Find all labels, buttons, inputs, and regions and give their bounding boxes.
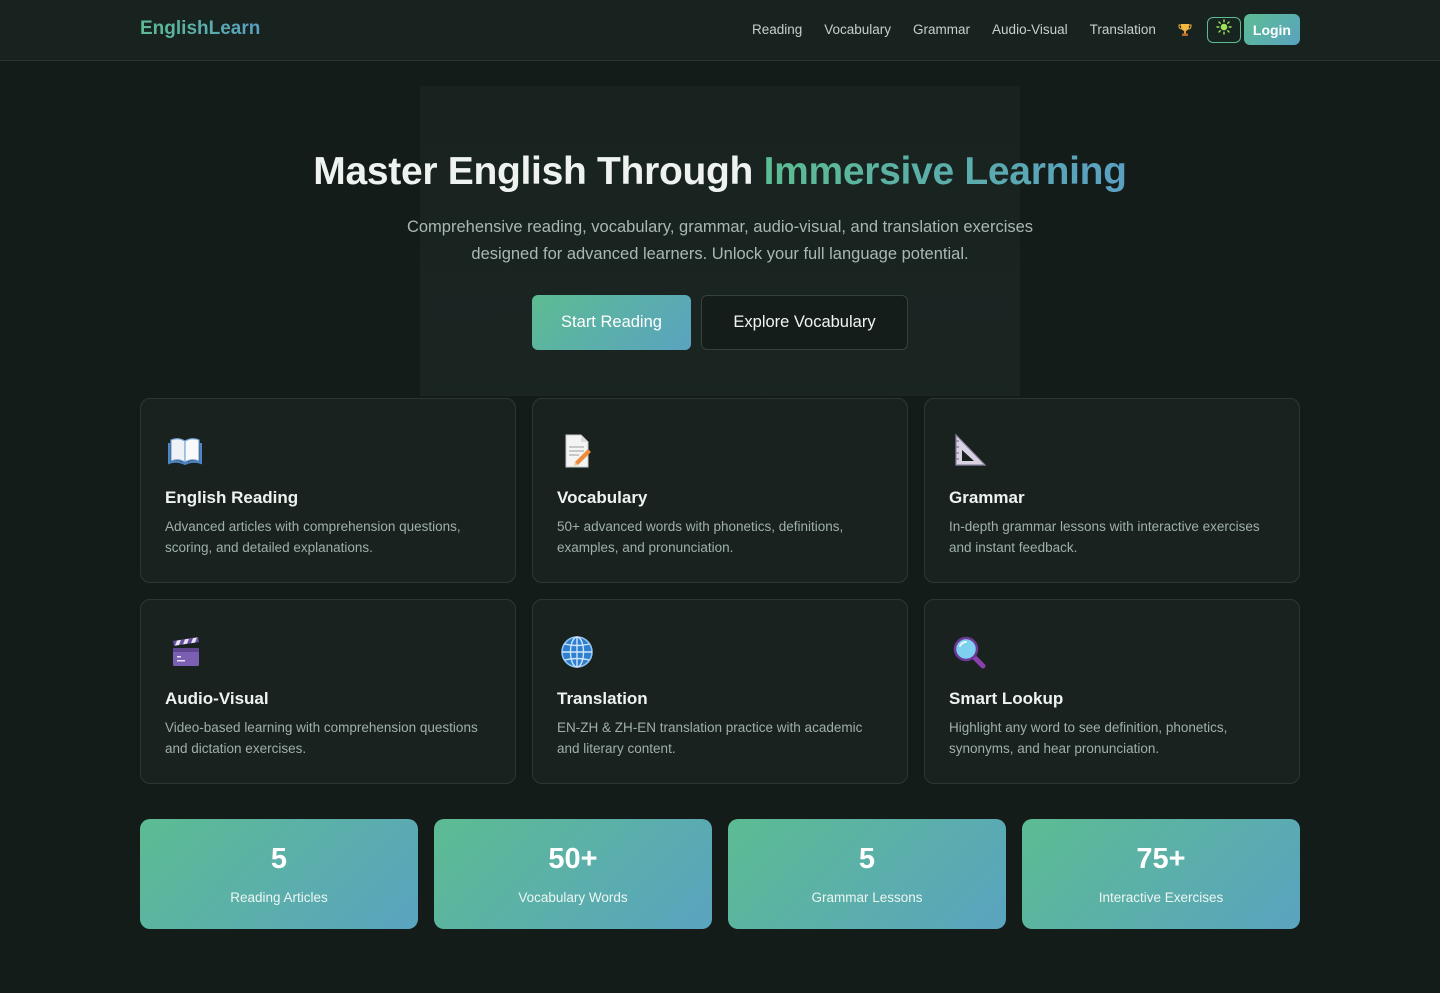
feature-title: Audio-Visual	[165, 689, 269, 708]
stat-card-grammar-lessons: 5 Grammar Lessons	[728, 819, 1006, 929]
login-button[interactable]: Login	[1243, 14, 1300, 45]
nav-link-vocabulary[interactable]: Vocabulary	[824, 22, 891, 37]
stat-card-reading-articles: 5 Reading Articles	[140, 819, 418, 929]
hero-title-main: Master English Through	[313, 150, 764, 193]
feature-title: Vocabulary	[557, 488, 648, 507]
stat-value: 5	[270, 843, 288, 875]
feature-card-audio-visual[interactable]: Audio-Visual Video-based learning with c…	[140, 599, 516, 784]
stat-value: 75+	[1136, 843, 1186, 875]
hero-title-accent: Immersive Learning	[763, 150, 1127, 193]
nav-link-grammar[interactable]: Grammar	[913, 22, 970, 37]
feature-card-grammar[interactable]: Grammar In-depth grammar lessons with in…	[924, 398, 1300, 583]
top-navbar: EnglishLearn Reading Vocabulary Grammar …	[0, 0, 1440, 61]
feature-card-reading[interactable]: English Reading Advanced articles with c…	[140, 398, 516, 583]
globe-icon	[557, 632, 597, 672]
feature-title: Grammar	[949, 488, 1025, 507]
stat-label: Reading Articles	[230, 890, 328, 905]
stat-label: Vocabulary Words	[518, 890, 628, 905]
feature-title: Translation	[557, 689, 648, 708]
stat-label: Interactive Exercises	[1098, 890, 1224, 905]
start-reading-button[interactable]: Start Reading	[532, 295, 691, 350]
nav-link-reading[interactable]: Reading	[752, 22, 802, 37]
feature-description: In-depth grammar lessons with interactiv…	[949, 519, 1260, 555]
stat-card-vocabulary-words: 50+ Vocabulary Words	[434, 819, 712, 929]
feature-card-smart-lookup[interactable]: Smart Lookup Highlight any word to see d…	[924, 599, 1300, 784]
stat-value: 50+	[548, 843, 598, 875]
memo-icon	[557, 431, 597, 471]
magnifier-icon	[949, 632, 989, 672]
feature-description: Advanced articles with comprehension que…	[165, 519, 461, 555]
hero-title: Master English Through Immersive Learnin…	[0, 150, 1440, 194]
feature-description: EN-ZH & ZH-EN translation practice with …	[557, 720, 863, 756]
book-icon	[165, 431, 205, 471]
nav-link-translation[interactable]: Translation	[1090, 22, 1156, 37]
feature-title: Smart Lookup	[949, 689, 1064, 708]
brand-logo[interactable]: EnglishLearn	[140, 18, 260, 40]
feature-description: 50+ advanced words with phonetics, defin…	[557, 519, 844, 555]
hero-subtitle: Comprehensive reading, vocabulary, gramm…	[406, 218, 1034, 263]
feature-description: Highlight any word to see definition, ph…	[949, 720, 1228, 756]
feature-card-translation[interactable]: Translation EN-ZH & ZH-EN translation pr…	[532, 599, 908, 784]
theme-toggle-button[interactable]	[1206, 16, 1241, 43]
nav-links: Reading Vocabulary Grammar Audio-Visual …	[752, 14, 1300, 45]
explore-vocabulary-button[interactable]: Explore Vocabulary	[701, 295, 908, 350]
trophy-icon[interactable]	[1178, 23, 1192, 37]
triangle-ruler-icon	[949, 431, 989, 471]
stat-card-interactive-exercises: 75+ Interactive Exercises	[1022, 819, 1300, 929]
feature-card-vocabulary[interactable]: Vocabulary 50+ advanced words with phone…	[532, 398, 908, 583]
stat-label: Grammar Lessons	[811, 890, 923, 905]
nav-link-audio-visual[interactable]: Audio-Visual	[992, 22, 1068, 37]
stat-value: 5	[858, 843, 876, 875]
feature-description: Video-based learning with comprehension …	[165, 720, 478, 756]
feature-title: English Reading	[165, 488, 299, 507]
clapperboard-icon	[165, 632, 205, 672]
sun-icon	[1216, 19, 1232, 40]
